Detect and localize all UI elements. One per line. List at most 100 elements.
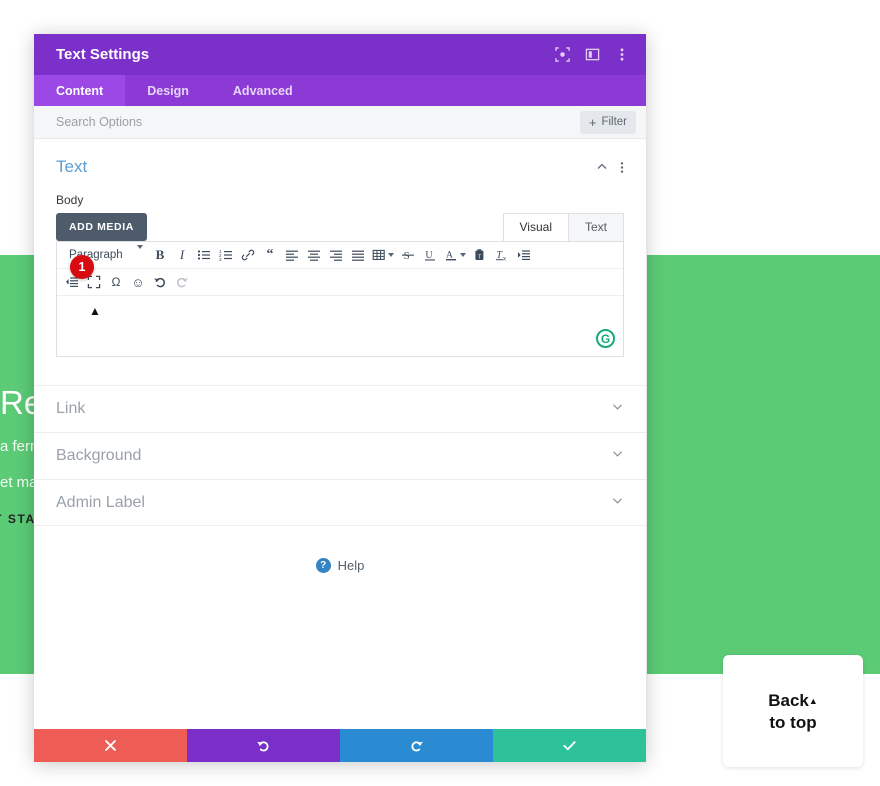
chevron-down-icon [611, 447, 624, 465]
section-link[interactable]: Link [34, 385, 646, 432]
redo-button[interactable] [340, 729, 493, 762]
search-input[interactable] [56, 115, 580, 129]
link-icon[interactable] [237, 245, 259, 265]
text-section-title: Text [56, 157, 596, 177]
hero-paragraph-line-1: a ferm [0, 432, 34, 462]
tab-content[interactable]: Content [34, 75, 125, 106]
collapsed-sections: Link Background Admin Label [34, 385, 646, 526]
save-button[interactable] [493, 729, 646, 762]
numbered-list-icon[interactable]: 1 2 3 [215, 245, 237, 265]
editor-toolbar-row-1: Paragraph B I [57, 242, 623, 269]
hero-background-right [647, 255, 880, 674]
search-options-row: + Filter [34, 106, 646, 139]
paste-as-text-icon[interactable]: T [469, 245, 491, 265]
tab-advanced[interactable]: Advanced [211, 75, 315, 106]
hero-paragraph-line-2: et ma [0, 468, 34, 498]
undo-icon[interactable] [149, 272, 171, 292]
strikethrough-icon[interactable]: S [397, 245, 419, 265]
bold-icon[interactable]: B [149, 245, 171, 265]
help-link[interactable]: ? Help [34, 558, 646, 573]
text-settings-modal: Text Settings [34, 34, 646, 762]
back-to-top-triangle-icon: ▲ [809, 696, 818, 706]
emoji-icon[interactable]: ☺ [127, 272, 149, 292]
chevron-down-icon [137, 249, 143, 261]
modal-tab-bar: Content Design Advanced [34, 75, 646, 106]
text-section-header: Text [56, 157, 624, 177]
hero-cta-button[interactable]: T STA [0, 512, 34, 534]
undo-arrow-icon [256, 738, 271, 753]
chevron-down-icon [611, 494, 624, 512]
chevron-down-icon [611, 400, 624, 418]
tab-design[interactable]: Design [125, 75, 211, 106]
align-center-icon[interactable] [303, 245, 325, 265]
hero-cta-label: T STA [0, 512, 34, 526]
step-badge-1: 1 [70, 255, 94, 279]
tab-visual[interactable]: Visual [503, 213, 569, 241]
screen-root: Rem a ferm et ma T STA Back▲ to top Text… [0, 0, 880, 786]
cursor-marker-icon: ▲ [89, 304, 101, 318]
editor-mode-tabs: Visual Text [503, 213, 624, 241]
undo-button[interactable] [187, 729, 340, 762]
bullet-list-icon[interactable] [193, 245, 215, 265]
hero-heading: Rem [0, 380, 34, 426]
editor-top-row: ADD MEDIA Visual Text [56, 213, 624, 241]
checkmark-icon [562, 738, 577, 753]
clear-formatting-icon[interactable]: T x [491, 245, 513, 265]
grammarly-icon[interactable]: G [596, 329, 615, 348]
body-field-label: Body [56, 193, 624, 207]
indent-icon[interactable] [513, 245, 535, 265]
editor-content-area[interactable]: ▲ G [57, 296, 623, 356]
help-label: Help [338, 558, 365, 573]
editor-box: Paragraph B I [56, 241, 624, 357]
cancel-button[interactable] [34, 729, 187, 762]
text-section-actions [596, 161, 624, 174]
special-character-icon[interactable]: Ω [105, 272, 127, 292]
chevron-up-icon[interactable] [596, 161, 608, 173]
align-right-icon[interactable] [325, 245, 347, 265]
chevron-down-icon [460, 253, 466, 257]
panel-layout-icon[interactable] [584, 47, 600, 63]
modal-body: Text [34, 139, 646, 729]
back-to-top-text: Back▲ to top [768, 690, 818, 733]
section-link-label: Link [56, 400, 611, 418]
svg-text:x: x [503, 256, 506, 262]
chevron-down-icon [388, 253, 394, 257]
question-mark-icon: ? [316, 558, 331, 573]
section-background-label: Background [56, 447, 611, 465]
modal-header-actions [554, 47, 630, 63]
focus-expand-icon[interactable] [554, 47, 570, 63]
svg-text:U: U [425, 250, 433, 261]
plus-icon: + [589, 116, 597, 129]
redo-icon[interactable] [171, 272, 193, 292]
align-justify-icon[interactable] [347, 245, 369, 265]
text-color-icon[interactable]: A [441, 245, 469, 265]
svg-text:T: T [478, 254, 482, 260]
section-background[interactable]: Background [34, 432, 646, 479]
modal-footer [34, 729, 646, 762]
back-to-top-widget[interactable]: Back▲ to top [723, 655, 863, 767]
filter-button[interactable]: + Filter [580, 111, 636, 134]
body-editor: ADD MEDIA Visual Text Paragraph [56, 213, 624, 357]
modal-title: Text Settings [56, 46, 554, 63]
text-section: Text [34, 139, 646, 357]
hero-text-block: Rem a ferm et ma [0, 380, 34, 498]
modal-header: Text Settings [34, 34, 646, 75]
back-to-top-line-2: to top [769, 713, 816, 732]
section-admin-label-label: Admin Label [56, 494, 611, 512]
back-to-top-line-1: Back [768, 691, 809, 710]
add-media-button[interactable]: ADD MEDIA [56, 213, 147, 241]
svg-text:3: 3 [219, 257, 222, 262]
underline-icon[interactable]: U [419, 245, 441, 265]
filter-label: Filter [601, 116, 627, 128]
editor-toolbar-row-2: Ω ☺ [57, 269, 623, 296]
redo-arrow-icon [409, 738, 424, 753]
tab-text[interactable]: Text [568, 213, 624, 241]
blockquote-icon[interactable]: “ [259, 245, 281, 265]
close-x-icon [104, 739, 117, 752]
table-icon[interactable] [369, 245, 397, 265]
italic-icon[interactable]: I [171, 245, 193, 265]
align-left-icon[interactable] [281, 245, 303, 265]
more-vertical-icon[interactable] [614, 47, 630, 63]
more-vertical-icon[interactable] [620, 161, 624, 174]
section-admin-label[interactable]: Admin Label [34, 479, 646, 526]
